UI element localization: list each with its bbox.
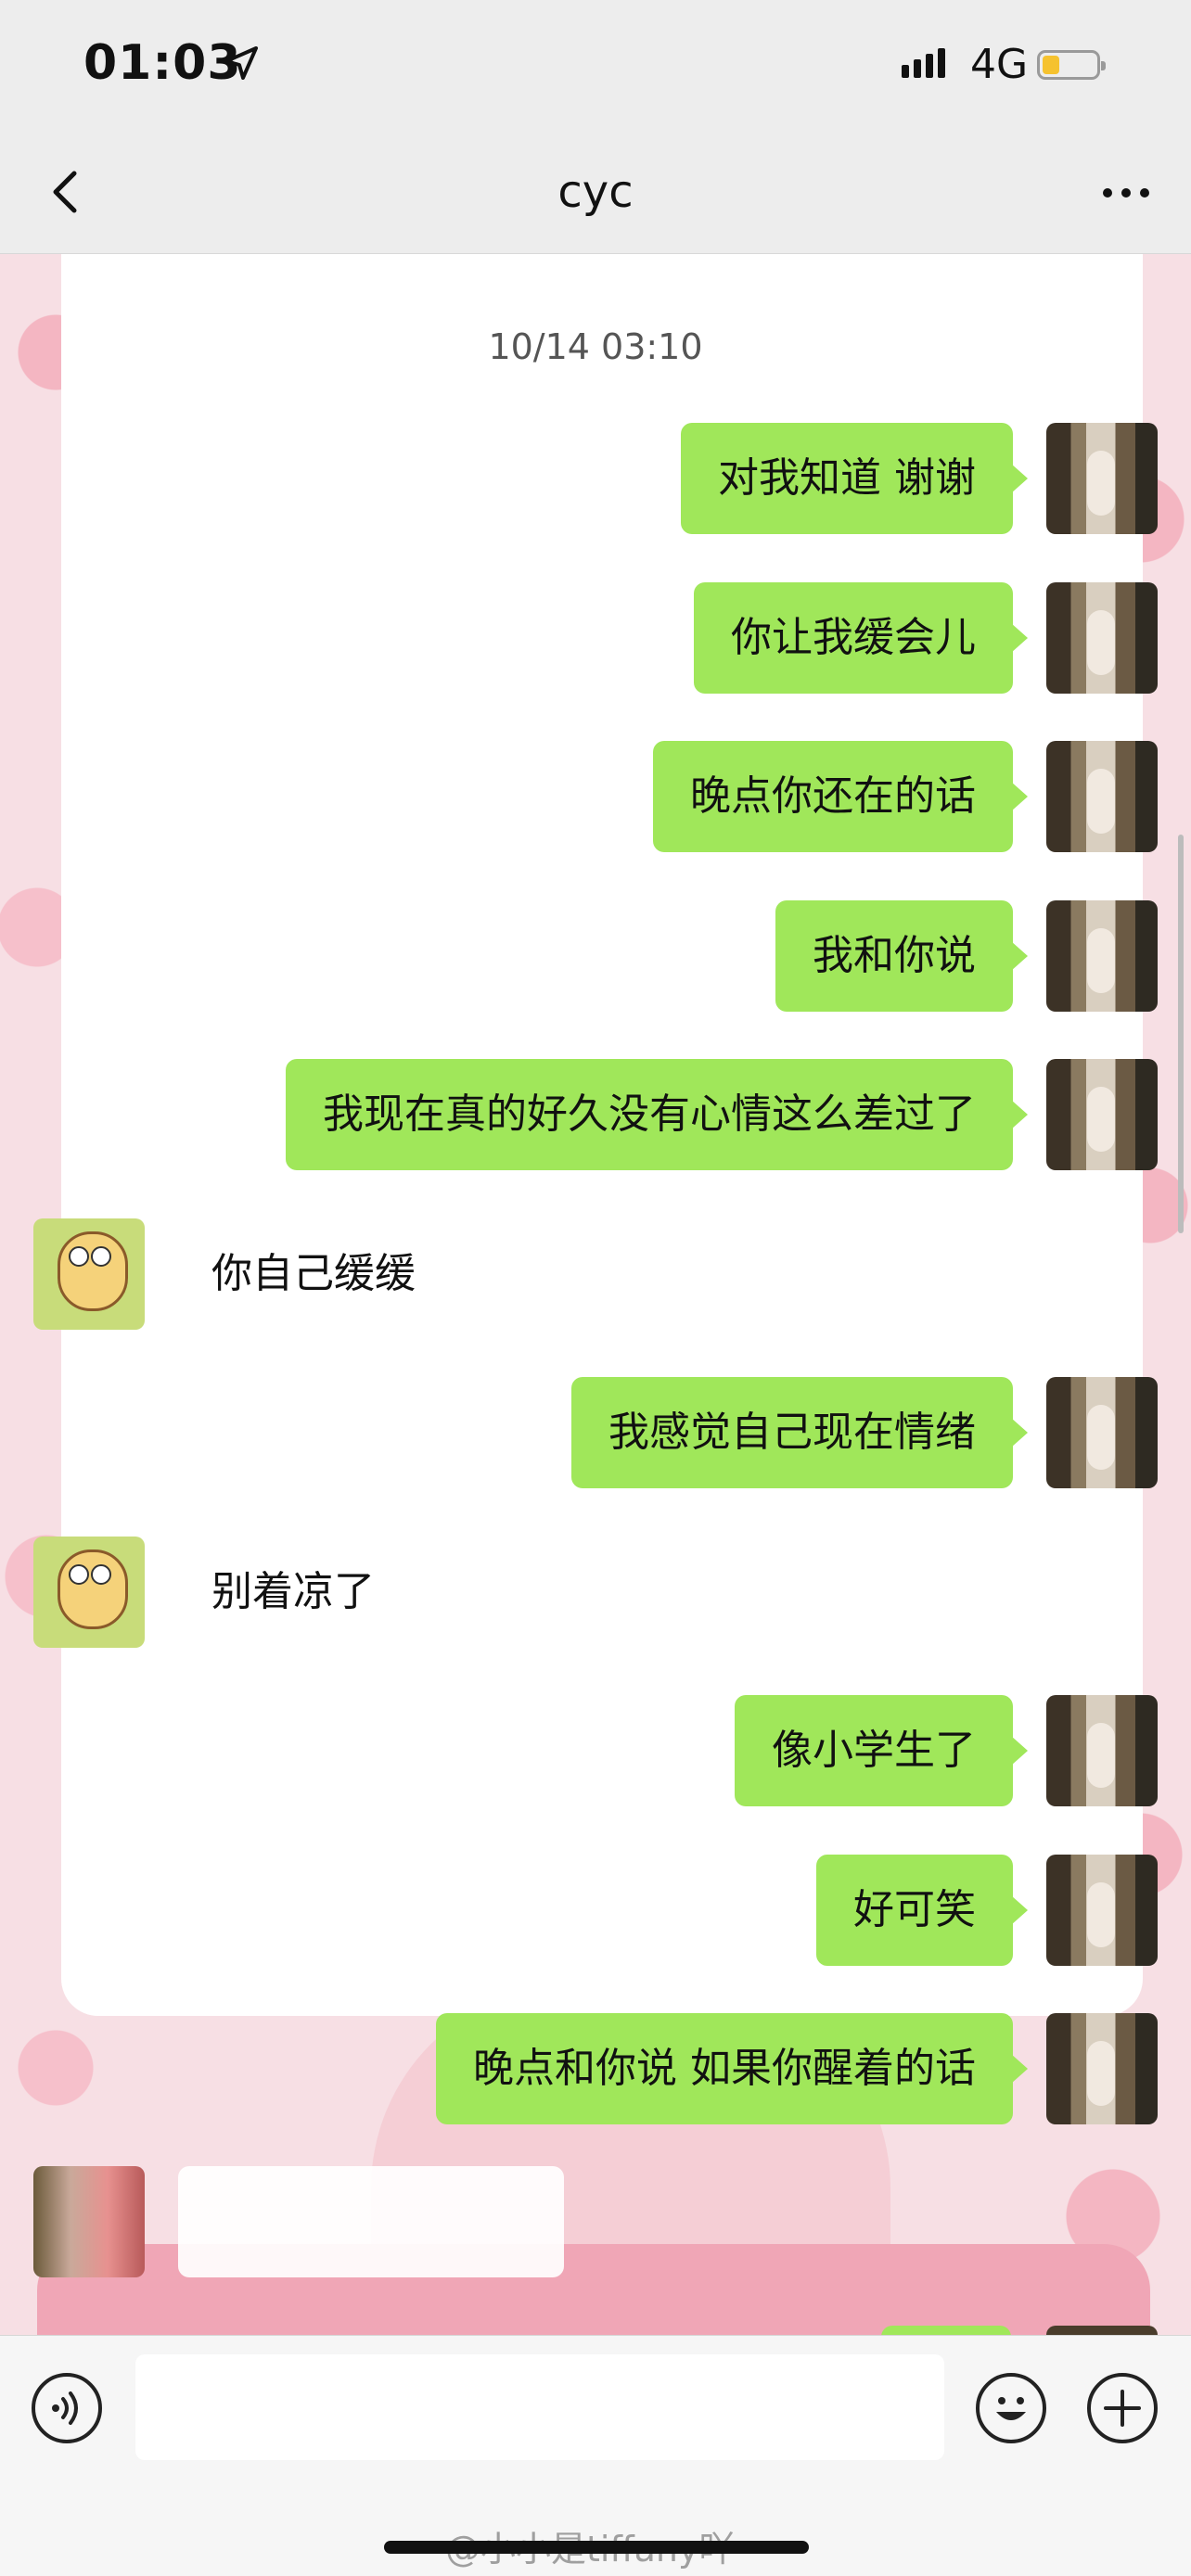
outgoing-message-bubble[interactable]: 你让我缓会儿 [694,582,1028,694]
network-type: 4G [970,41,1029,88]
plus-icon [1104,2390,1141,2427]
outgoing-message-bubble[interactable]: 晚点和你说 如果你醒着的话 [436,2013,1028,2124]
my-avatar[interactable] [1046,2013,1158,2124]
location-arrow-icon [224,46,258,80]
outgoing-message-bubble[interactable]: 我感觉自己现在情绪 [571,1377,1028,1488]
outgoing-message-bubble[interactable]: 晚点你还在的话 [653,741,1028,852]
my-avatar[interactable] [1046,900,1158,1012]
my-avatar[interactable] [1046,1377,1158,1488]
my-avatar[interactable] [1046,1855,1158,1966]
blurred-avatar [33,2166,145,2277]
scrollbar[interactable] [1178,835,1184,1233]
outgoing-message-row: 晚点你还在的话 [0,741,1191,852]
incoming-message-row: 别着凉了 [0,1537,1191,1648]
nav-bar: cyc [0,134,1191,254]
outgoing-message-bubble[interactable]: 对我知道 谢谢 [681,423,1028,534]
outgoing-message-bubble[interactable]: 我现在真的好久没有心情这么差过了 [286,1059,1028,1170]
more-options-icon[interactable] [1098,179,1154,207]
my-avatar[interactable] [1046,582,1158,694]
emoji-button[interactable] [976,2373,1046,2443]
home-indicator[interactable] [384,2541,809,2554]
my-avatar[interactable] [1046,1059,1158,1170]
incoming-message-bubble[interactable]: 别着凉了 [178,1537,408,1648]
outgoing-message-row: 像小学生了 [0,1695,1191,1806]
battery-icon [1037,50,1106,80]
my-avatar[interactable] [1046,741,1158,852]
outgoing-message-row: 对我知道 谢谢 [0,423,1191,534]
message-timestamp: 10/14 03:10 [488,326,703,367]
outgoing-message-row: 好可笑 [0,1855,1191,1966]
my-avatar[interactable] [1046,423,1158,534]
my-avatar[interactable] [1046,1695,1158,1806]
message-input[interactable] [135,2354,944,2460]
emoji-icon [996,2397,1026,2420]
status-time: 01:03 [83,35,242,91]
outgoing-message-row: 晚点和你说 如果你醒着的话 [0,2013,1191,2124]
status-bar: 01:03 4G [0,0,1191,134]
outgoing-message-row: 我和你说 [0,900,1191,1012]
outgoing-message-row: 我现在真的好久没有心情这么差过了 [0,1059,1191,1170]
outgoing-message-bubble[interactable]: 好可笑 [816,1855,1028,1966]
outgoing-message-row: 你让我缓会儿 [0,582,1191,694]
outgoing-message-bubble[interactable]: 像小学生了 [735,1695,1028,1806]
contact-avatar[interactable] [33,1537,145,1648]
chat-title: cyc [557,166,634,218]
outgoing-message-row: 我感觉自己现在情绪 [0,1377,1191,1488]
chat-screen: 01:03 4G cyc 10/14 03:10 对我知道 谢谢你让我缓会儿晚点… [0,0,1191,2576]
outgoing-message-bubble[interactable]: 我和你说 [775,900,1028,1012]
voice-icon [52,2391,78,2425]
incoming-message-row: 你自己缓缓 [0,1218,1191,1330]
incoming-message-bubble[interactable]: 你自己缓缓 [178,1218,449,1330]
voice-button[interactable] [32,2373,102,2443]
signal-strength-icon [902,48,945,78]
plus-button[interactable] [1087,2373,1158,2443]
blurred-message-bubble [178,2166,564,2277]
contact-avatar[interactable] [33,1218,145,1330]
